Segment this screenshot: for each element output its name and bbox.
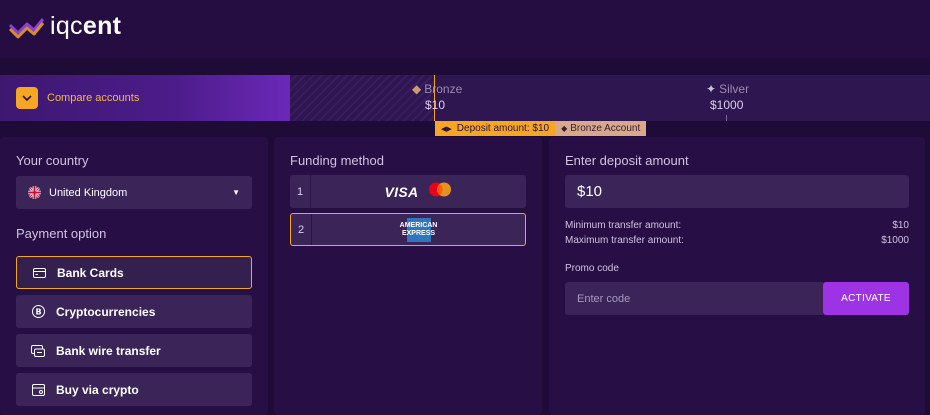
card-icon (31, 265, 47, 281)
star-icon: ✦ (706, 82, 717, 96)
header: iqcent (0, 0, 930, 58)
min-transfer-label: Minimum transfer amount: (565, 220, 682, 231)
payment-option-label: Buy via crypto (56, 382, 139, 397)
uk-flag-icon (28, 186, 41, 199)
payment-option-cryptocurrencies[interactable]: B Cryptocurrencies (16, 295, 252, 328)
country-value: United Kingdom (49, 186, 128, 199)
payment-option-label: Bank Cards (57, 265, 124, 280)
diamond-icon: ◆ (561, 124, 568, 133)
logo-icon (8, 17, 45, 38)
visa-logo: VISA (384, 183, 419, 200)
account-level-progress: Compare accounts ◆ Bronze $10 ✦ Silver $10… (0, 75, 930, 121)
diamond-icon: ◆ (412, 82, 422, 96)
amex-logo: AMERICAN EXPRESS (400, 217, 437, 242)
logo-text: iqcent (50, 12, 122, 40)
payment-option-label: Bank wire transfer (56, 343, 161, 358)
deposit-amount-tag: ◀▶ Deposit amount: $10 (435, 121, 556, 136)
funding-method-label: Funding method (290, 153, 384, 168)
level-bronze: ◆ Bronze $10 (412, 82, 463, 112)
country-label: Your country (16, 153, 89, 168)
method-number: 1 (290, 175, 311, 208)
country-payment-panel: Your country United Kingdom ▼ Payment op… (0, 137, 268, 415)
min-transfer-row: Minimum transfer amount: $10 (565, 220, 909, 231)
arrows-icon: ◀▶ (441, 125, 452, 133)
payment-option-bank-wire[interactable]: Bank wire transfer (16, 334, 252, 367)
compare-accounts-button[interactable]: Compare accounts (0, 75, 290, 121)
compare-accounts-label: Compare accounts (47, 92, 140, 104)
payment-option-bank-cards[interactable]: Bank Cards (16, 256, 252, 289)
method-number: 2 (291, 214, 312, 245)
min-transfer-value: $10 (892, 220, 909, 231)
activate-button[interactable]: ACTIVATE (823, 282, 909, 315)
level-silver: ✦ Silver $1000 (706, 82, 750, 112)
funding-method-visa-mastercard[interactable]: 1 VISA (290, 175, 526, 208)
funding-method-amex[interactable]: 2 AMERICAN EXPRESS (290, 213, 526, 246)
chevron-down-icon (16, 87, 38, 109)
tick-silver (726, 115, 727, 121)
max-transfer-label: Maximum transfer amount: (565, 235, 684, 246)
account-level-tag: ◆ Bronze Account (555, 121, 647, 136)
payment-option-label: Cryptocurrencies (56, 304, 156, 319)
deposit-amount-panel: Enter deposit amount $10 Minimum transfe… (549, 137, 925, 415)
country-select[interactable]: United Kingdom ▼ (16, 176, 252, 209)
bitcoin-icon: B (30, 304, 46, 320)
payment-option-buy-via-crypto[interactable]: Buy via crypto (16, 373, 252, 406)
logo[interactable]: iqcent (8, 12, 121, 41)
max-transfer-value: $1000 (881, 235, 909, 246)
promo-code-input[interactable]: Enter code (565, 282, 823, 315)
deposit-amount-label: Enter deposit amount (565, 153, 689, 168)
deposit-amount-input[interactable]: $10 (565, 175, 909, 208)
promo-code-label: Promo code (565, 263, 619, 274)
promo-code-group: Enter code ACTIVATE (565, 282, 909, 315)
funding-method-panel: Funding method 1 VISA 2 AMERICAN EXPRESS (274, 137, 542, 415)
deposit-tags: ◀▶ Deposit amount: $10 ◆ Bronze Account (435, 121, 647, 136)
max-transfer-row: Maximum transfer amount: $1000 (565, 235, 909, 246)
caret-down-icon: ▼ (232, 188, 240, 197)
svg-text:B: B (35, 307, 41, 316)
mastercard-logo (428, 182, 452, 202)
payment-option-label: Payment option (16, 226, 107, 241)
crypto-card-icon (30, 382, 46, 398)
bank-transfer-icon (30, 343, 46, 359)
